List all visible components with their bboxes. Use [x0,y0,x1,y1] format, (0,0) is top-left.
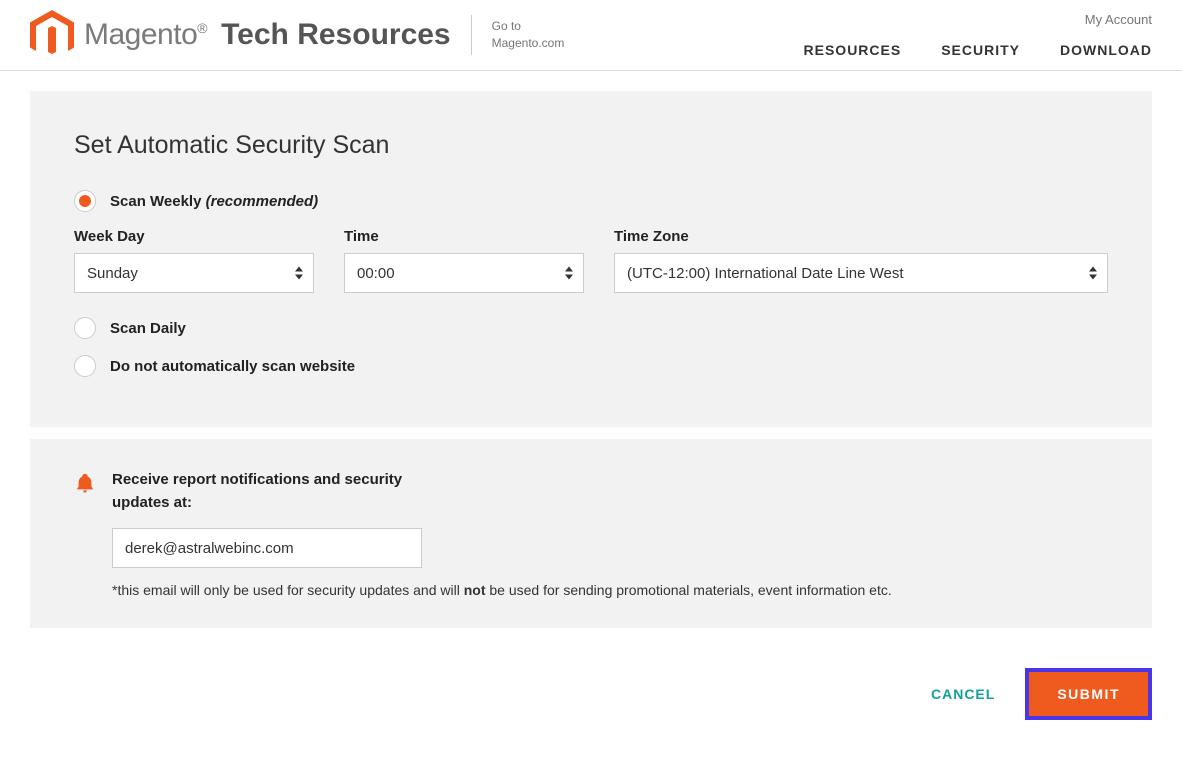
magento-logo-icon [30,10,74,60]
logo-section-text: Tech Resources [221,18,451,52]
my-account-link[interactable]: My Account [1085,12,1152,27]
scan-none-radio[interactable] [74,355,96,377]
scan-none-row: Do not automatically scan website [74,355,1108,377]
notification-panel: Receive report notifications and securit… [30,439,1152,628]
logo-block[interactable]: Magento® Tech Resources [30,10,451,60]
email-disclaimer: *this email will only be used for securi… [112,582,1108,598]
panel-title: Set Automatic Security Scan [74,131,1108,160]
email-input[interactable] [112,528,422,568]
weekday-field: Week Day Sunday [74,228,314,293]
select-arrows-icon [565,267,573,280]
header-divider [471,15,472,55]
submit-button[interactable]: SUBMIT [1025,668,1152,720]
timezone-field: Time Zone (UTC-12:00) International Date… [614,228,1108,293]
scan-weekly-label: Scan Weekly (recommended) [110,193,318,210]
cancel-button[interactable]: CANCEL [931,686,995,702]
weekly-settings-row: Week Day Sunday Time 00:00 Time Zone (UT… [74,228,1108,293]
nav-security[interactable]: SECURITY [941,42,1020,58]
scan-none-label: Do not automatically scan website [110,358,355,375]
select-arrows-icon [1089,267,1097,280]
scan-weekly-row: Scan Weekly (recommended) [74,190,1108,212]
time-label: Time [344,228,584,245]
notification-label: Receive report notifications and securit… [112,469,412,514]
time-select[interactable]: 00:00 [344,253,584,293]
nav-download[interactable]: DOWNLOAD [1060,42,1152,58]
header: My Account Magento® Tech Resources Go to… [0,0,1182,71]
bell-icon [74,471,96,495]
weekday-label: Week Day [74,228,314,245]
main-nav: RESOURCES SECURITY DOWNLOAD [804,42,1152,58]
weekday-select[interactable]: Sunday [74,253,314,293]
timezone-select[interactable]: (UTC-12:00) International Date Line West [614,253,1108,293]
nav-resources[interactable]: RESOURCES [804,42,902,58]
timezone-label: Time Zone [614,228,1108,245]
scan-daily-radio[interactable] [74,317,96,339]
scan-daily-label: Scan Daily [110,320,186,337]
goto-link[interactable]: Go to Magento.com [492,18,565,52]
select-arrows-icon [295,267,303,280]
scan-daily-row: Scan Daily [74,317,1108,339]
logo-brand-text: Magento® [84,18,207,52]
scan-settings-panel: Set Automatic Security Scan Scan Weekly … [30,91,1152,427]
time-field: Time 00:00 [344,228,584,293]
scan-weekly-radio[interactable] [74,190,96,212]
action-bar: CANCEL SUBMIT [0,648,1182,730]
